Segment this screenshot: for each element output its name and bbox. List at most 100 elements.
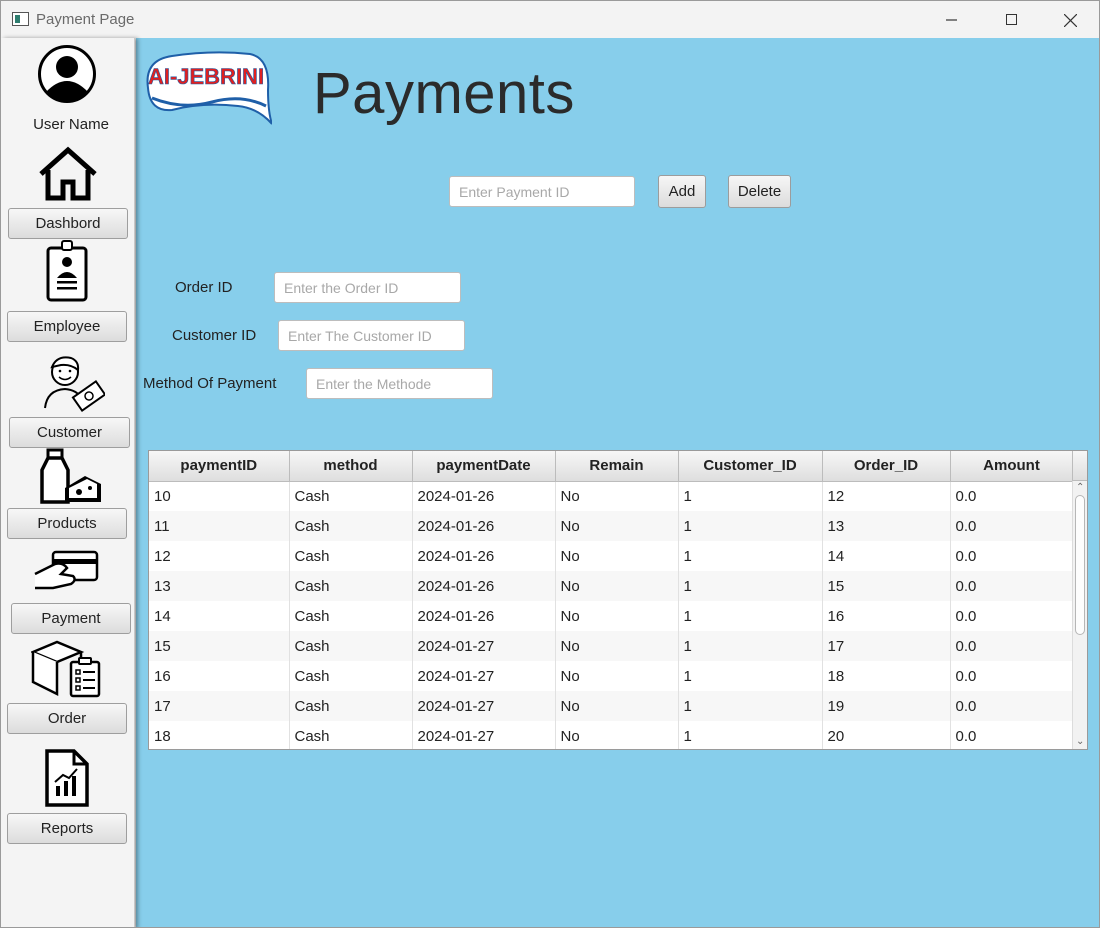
table-cell[interactable]: 0.0 xyxy=(950,661,1074,691)
add-button[interactable]: Add xyxy=(658,175,706,208)
table-cell[interactable]: 0.0 xyxy=(950,601,1074,631)
table-cell[interactable]: 2024-01-26 xyxy=(412,601,556,631)
table-cell[interactable]: No xyxy=(555,601,679,631)
column-header[interactable]: paymentID xyxy=(149,451,290,482)
table-cell[interactable]: 13 xyxy=(149,571,290,601)
table-cell[interactable]: Cash xyxy=(289,481,413,511)
table-cell[interactable]: 0.0 xyxy=(950,481,1074,511)
table-cell[interactable]: 11 xyxy=(149,511,290,541)
table-cell[interactable]: No xyxy=(555,511,679,541)
table-cell[interactable]: No xyxy=(555,571,679,601)
table-cell[interactable]: 2024-01-27 xyxy=(412,661,556,691)
nav-payment-button[interactable]: Payment xyxy=(11,603,131,634)
table-cell[interactable]: 2024-01-26 xyxy=(412,481,556,511)
table-cell[interactable]: 1 xyxy=(678,541,823,571)
app-icon xyxy=(12,12,29,26)
column-header[interactable]: Customer_ID xyxy=(678,451,823,482)
table-cell[interactable]: 0.0 xyxy=(950,511,1074,541)
table-cell[interactable]: 16 xyxy=(822,601,951,631)
table-cell[interactable]: No xyxy=(555,661,679,691)
table-row[interactable]: 14 Cash 2024-01-26 No 1 16 0.0 xyxy=(149,601,1074,631)
table-row[interactable]: 16 Cash 2024-01-27 No 1 18 0.0 xyxy=(149,661,1074,691)
table-cell[interactable]: 14 xyxy=(822,541,951,571)
table-cell[interactable]: 1 xyxy=(678,721,823,749)
table-cell[interactable]: Cash xyxy=(289,631,413,661)
order-id-input[interactable] xyxy=(274,272,461,303)
table-row[interactable]: 11 Cash 2024-01-26 No 1 13 0.0 xyxy=(149,511,1074,541)
table-cell[interactable]: Cash xyxy=(289,511,413,541)
table-cell[interactable]: 2024-01-26 xyxy=(412,571,556,601)
table-cell[interactable]: 0.0 xyxy=(950,571,1074,601)
table-cell[interactable]: 0.0 xyxy=(950,541,1074,571)
table-cell[interactable]: 0.0 xyxy=(950,631,1074,661)
column-header[interactable]: paymentDate xyxy=(412,451,556,482)
table-row[interactable]: 12 Cash 2024-01-26 No 1 14 0.0 xyxy=(149,541,1074,571)
table-row[interactable]: 10 Cash 2024-01-26 No 1 12 0.0 xyxy=(149,481,1074,511)
customer-id-input[interactable] xyxy=(278,320,465,351)
column-header[interactable]: Order_ID xyxy=(822,451,951,482)
table-cell[interactable]: 1 xyxy=(678,571,823,601)
table-cell[interactable]: 12 xyxy=(822,481,951,511)
table-cell[interactable]: 14 xyxy=(149,601,290,631)
table-cell[interactable]: 2024-01-26 xyxy=(412,541,556,571)
table-cell[interactable]: 0.0 xyxy=(950,691,1074,721)
scroll-down-icon[interactable]: ⌄ xyxy=(1076,737,1084,747)
nav-employee-button[interactable]: Employee xyxy=(7,311,127,342)
table-cell[interactable]: 1 xyxy=(678,511,823,541)
table-cell[interactable]: 10 xyxy=(149,481,290,511)
table-cell[interactable]: 16 xyxy=(149,661,290,691)
nav-customer-button[interactable]: Customer xyxy=(9,417,130,448)
table-cell[interactable]: No xyxy=(555,481,679,511)
table-cell[interactable]: 1 xyxy=(678,481,823,511)
table-cell[interactable]: 15 xyxy=(822,571,951,601)
table-row[interactable]: 13 Cash 2024-01-26 No 1 15 0.0 xyxy=(149,571,1074,601)
scroll-up-icon[interactable]: ⌃ xyxy=(1076,483,1084,493)
maximize-button[interactable] xyxy=(982,1,1040,38)
delete-button[interactable]: Delete xyxy=(728,175,791,208)
table-row[interactable]: 17 Cash 2024-01-27 No 1 19 0.0 xyxy=(149,691,1074,721)
table-cell[interactable]: 18 xyxy=(822,661,951,691)
column-header[interactable]: Amount xyxy=(950,451,1074,482)
table-cell[interactable]: Cash xyxy=(289,601,413,631)
table-cell[interactable]: 12 xyxy=(149,541,290,571)
table-cell[interactable]: Cash xyxy=(289,541,413,571)
table-cell[interactable]: 2024-01-27 xyxy=(412,691,556,721)
table-row[interactable]: 15 Cash 2024-01-27 No 1 17 0.0 xyxy=(149,631,1074,661)
table-cell[interactable]: No xyxy=(555,691,679,721)
nav-products-button[interactable]: Products xyxy=(7,508,127,539)
table-cell[interactable]: 13 xyxy=(822,511,951,541)
table-cell[interactable]: 15 xyxy=(149,631,290,661)
table-cell[interactable]: 17 xyxy=(149,691,290,721)
table-row[interactable]: 18 Cash 2024-01-27 No 1 20 0.0 xyxy=(149,721,1074,749)
table-cell[interactable]: Cash xyxy=(289,661,413,691)
table-cell[interactable]: 1 xyxy=(678,631,823,661)
nav-dashboard-button[interactable]: Dashbord xyxy=(8,208,128,239)
scrollbar-thumb[interactable] xyxy=(1075,495,1085,635)
table-cell[interactable]: No xyxy=(555,631,679,661)
method-of-payment-input[interactable] xyxy=(306,368,493,399)
nav-order-button[interactable]: Order xyxy=(7,703,127,734)
table-cell[interactable]: 17 xyxy=(822,631,951,661)
table-cell[interactable]: 2024-01-26 xyxy=(412,511,556,541)
table-cell[interactable]: 18 xyxy=(149,721,290,749)
table-cell[interactable]: Cash xyxy=(289,691,413,721)
table-cell[interactable]: Cash xyxy=(289,721,413,749)
table-cell[interactable]: Cash xyxy=(289,571,413,601)
table-cell[interactable]: 1 xyxy=(678,661,823,691)
table-cell[interactable]: 20 xyxy=(822,721,951,749)
table-cell[interactable]: 1 xyxy=(678,601,823,631)
table-vertical-scrollbar[interactable]: ⌃ ⌄ xyxy=(1072,481,1087,749)
table-cell[interactable]: No xyxy=(555,721,679,749)
payment-id-input[interactable] xyxy=(449,176,635,207)
column-header[interactable]: Remain xyxy=(555,451,679,482)
table-cell[interactable]: 19 xyxy=(822,691,951,721)
column-header[interactable]: method xyxy=(289,451,413,482)
table-cell[interactable]: 2024-01-27 xyxy=(412,721,556,749)
close-button[interactable] xyxy=(1041,1,1099,38)
minimize-button[interactable] xyxy=(923,1,981,38)
table-cell[interactable]: 0.0 xyxy=(950,721,1074,749)
table-cell[interactable]: 2024-01-27 xyxy=(412,631,556,661)
nav-reports-button[interactable]: Reports xyxy=(7,813,127,844)
table-cell[interactable]: 1 xyxy=(678,691,823,721)
table-cell[interactable]: No xyxy=(555,541,679,571)
